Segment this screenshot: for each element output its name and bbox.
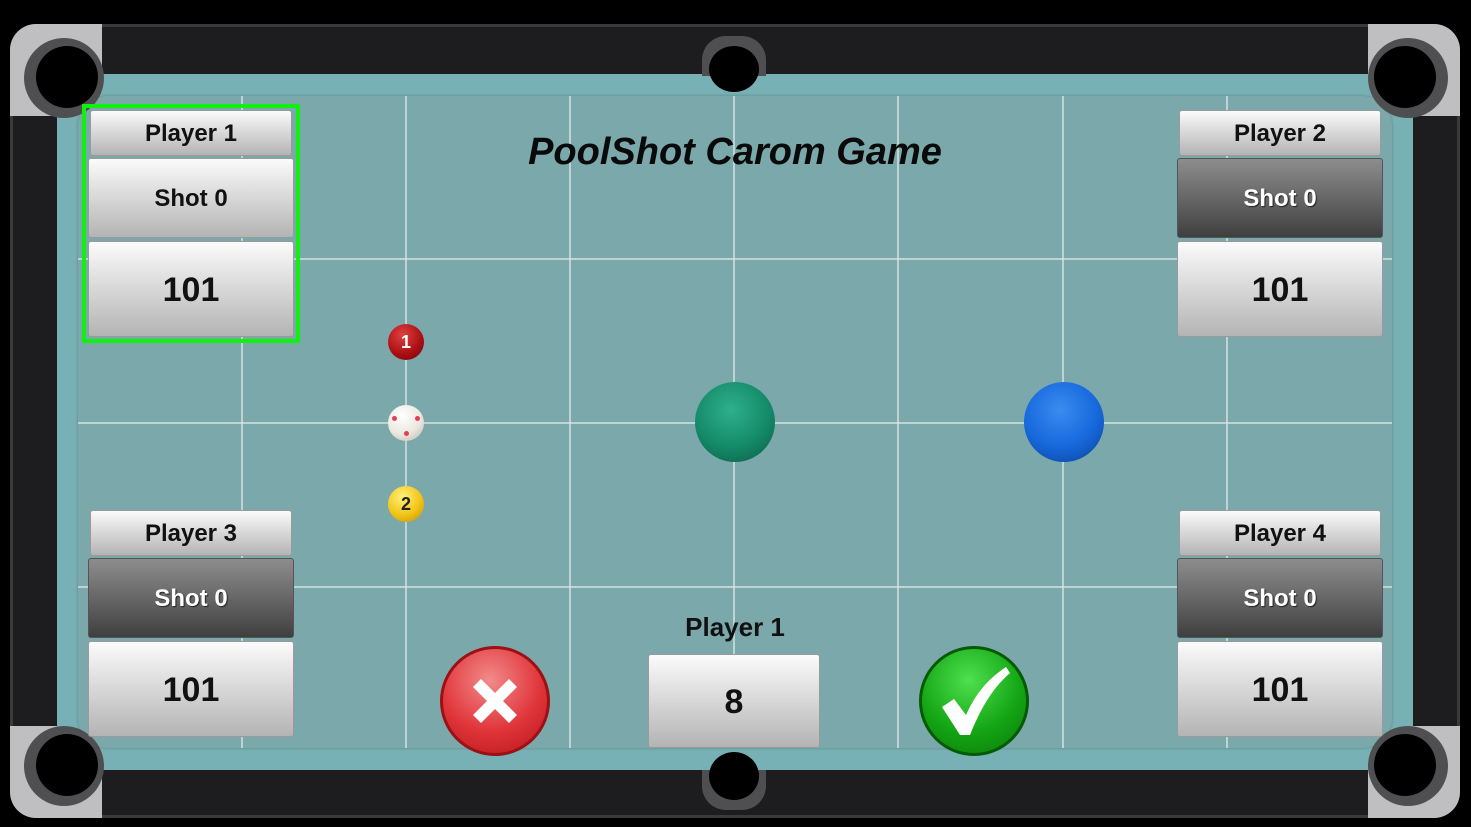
player-name-button[interactable]: Player 1 [90, 110, 292, 156]
player-score-button[interactable]: 101 [88, 641, 294, 737]
cue-ball[interactable] [388, 405, 424, 441]
yellow-ball[interactable]: 2 [388, 486, 424, 522]
player-shot-button[interactable]: Shot 0 [88, 558, 294, 638]
blue-target-marker[interactable] [1024, 382, 1104, 462]
player-panel-4[interactable]: Player 4 Shot 0 101 [1177, 510, 1383, 737]
pocket-top-left [36, 46, 98, 108]
pocket-bottom-left [36, 734, 98, 796]
red-ball[interactable]: 1 [388, 324, 424, 360]
player-panel-3[interactable]: Player 3 Shot 0 101 [88, 510, 294, 737]
current-player-label: Player 1 [685, 612, 785, 642]
pocket-top-middle [709, 46, 759, 92]
cue-ball-marker [415, 416, 420, 421]
pocket-top-right [1374, 46, 1436, 108]
cue-ball-marker [404, 431, 409, 436]
confirm-button[interactable] [919, 646, 1029, 756]
green-target-marker[interactable] [695, 382, 775, 462]
player-shot-button[interactable]: Shot 0 [1177, 558, 1383, 638]
close-icon [473, 679, 517, 723]
player-name-button[interactable]: Player 4 [1179, 510, 1381, 556]
player-score-button[interactable]: 101 [1177, 241, 1383, 337]
player-score-button[interactable]: 101 [88, 241, 294, 337]
pocket-bottom-right [1374, 734, 1436, 796]
player-shot-button[interactable]: Shot 0 [88, 158, 294, 238]
player-shot-button[interactable]: Shot 0 [1177, 158, 1383, 238]
player-score-button[interactable]: 101 [1177, 641, 1383, 737]
cue-ball-marker [392, 416, 397, 421]
player-panel-2[interactable]: Player 2 Shot 0 101 [1177, 110, 1383, 337]
player-panel-1[interactable]: Player 1 Shot 0 101 [82, 104, 300, 343]
pocket-bottom-middle [709, 752, 759, 800]
player-name-button[interactable]: Player 2 [1179, 110, 1381, 156]
cancel-button[interactable] [440, 646, 550, 756]
shot-value-button[interactable]: 8 [648, 654, 820, 748]
checkmark-icon [942, 667, 1010, 735]
player-name-button[interactable]: Player 3 [90, 510, 292, 556]
game-title: PoolShot Carom Game [528, 131, 942, 173]
